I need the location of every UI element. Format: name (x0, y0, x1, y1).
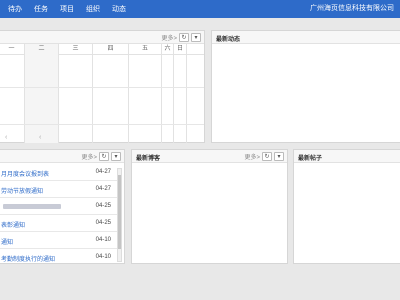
nav-item-projects[interactable]: 项目 (60, 4, 74, 14)
calendar-grid (0, 55, 204, 143)
top-nav-bar: 待办 任务 项目 组织 动态 广州海页信息科技有限公司 (0, 0, 400, 18)
list-item[interactable]: 表彰通知 04-25 (0, 215, 117, 232)
notice-title[interactable]: 月月度会议报到表 (1, 169, 81, 178)
calendar-day-cell[interactable] (59, 55, 93, 143)
notices-more-link[interactable]: 更多> (81, 152, 97, 161)
weekday-tue: 二 (25, 44, 59, 55)
notice-title[interactable]: 通知 (1, 237, 81, 246)
blogs-more-link[interactable]: 更多> (244, 152, 260, 161)
redacted-title (3, 204, 61, 209)
notices-list: 月月度会议报到表 04-27 劳动节放假通知 04-27 04-25 表彰通知 … (0, 164, 117, 266)
notice-date: 04-25 (95, 220, 111, 226)
activity-header: 最新动态 (212, 31, 400, 44)
list-item[interactable]: 劳动节放假通知 04-27 (0, 181, 117, 198)
list-item[interactable]: 04-25 (0, 198, 117, 215)
latest-posts-panel: 最新帖子 (293, 149, 400, 264)
latest-blogs-panel: 最新博客 更多> ↻ ▾ (131, 149, 288, 264)
nav-item-tasks[interactable]: 任务 (34, 4, 48, 14)
recent-activity-panel: 最新动态 (211, 30, 400, 143)
notices-header: 更多> ↻ ▾ (0, 150, 124, 163)
calendar-day-cell[interactable] (174, 55, 187, 143)
weekday-sun: 日 (174, 44, 187, 55)
notice-date: 04-27 (95, 186, 111, 192)
notice-title[interactable]: 劳动节放假通知 (1, 186, 81, 195)
nav-item-organization[interactable]: 组织 (86, 4, 100, 14)
notice-date: 04-10 (95, 254, 111, 260)
list-item[interactable]: 通知 04-10 (0, 232, 117, 249)
weekday-mon: 一 (0, 44, 25, 55)
blogs-tools: 更多> ↻ ▾ (244, 152, 284, 161)
blogs-title: 最新博客 (136, 156, 161, 162)
weekday-wed: 三 (59, 44, 93, 55)
notices-scrollbar[interactable] (117, 168, 122, 262)
refresh-icon[interactable]: ↻ (179, 33, 189, 42)
calendar-day-cell[interactable] (162, 55, 174, 143)
refresh-icon[interactable]: ↻ (262, 152, 272, 161)
calendar-panel: 更多> ↻ ▾ 一 二 三 四 五 六 日 ‹ ‹ (0, 30, 205, 143)
posts-title: 最新帖子 (298, 156, 323, 162)
dropdown-icon[interactable]: ▾ (274, 152, 284, 161)
calendar-day-cell[interactable] (129, 55, 162, 143)
calendar-tools: 更多> ↻ ▾ (161, 33, 201, 42)
nav-item-todo[interactable]: 待办 (8, 4, 22, 14)
calendar-day-cell[interactable] (25, 55, 59, 143)
posts-header: 最新帖子 (294, 150, 400, 163)
weekday-fri: 五 (129, 44, 162, 55)
calendar-more-link[interactable]: 更多> (161, 33, 177, 42)
notice-date: 04-25 (95, 203, 111, 209)
list-item[interactable]: 月月度会议报到表 04-27 (0, 164, 117, 181)
calendar-header: 更多> ↻ ▾ (0, 31, 204, 44)
notices-panel: 更多> ↻ ▾ 月月度会议报到表 04-27 劳动节放假通知 04-27 04-… (0, 149, 125, 266)
main-nav: 待办 任务 项目 组织 动态 (8, 0, 126, 18)
calendar-day-cell[interactable] (93, 55, 129, 143)
notices-tools: 更多> ↻ ▾ (81, 152, 121, 161)
blogs-header: 最新博客 更多> ↻ ▾ (132, 150, 287, 163)
calendar-weekday-row: 一 二 三 四 五 六 日 (0, 44, 204, 55)
list-item[interactable]: 考勤制度执行的通知 04-10 (0, 249, 117, 266)
notice-title[interactable]: 考勤制度执行的通知 (1, 254, 81, 263)
calendar-day-cell[interactable] (0, 55, 25, 143)
notice-title[interactable]: 表彰通知 (1, 220, 81, 229)
weekday-sat: 六 (162, 44, 174, 55)
prev-week-icon[interactable]: ‹ (5, 134, 7, 141)
dropdown-icon[interactable]: ▾ (111, 152, 121, 161)
dropdown-icon[interactable]: ▾ (191, 33, 201, 42)
company-name: 广州海页信息科技有限公司 (310, 5, 394, 12)
activity-title: 最新动态 (216, 37, 241, 43)
notice-date: 04-10 (95, 237, 111, 243)
nav-item-activity[interactable]: 动态 (112, 4, 126, 14)
calendar-row-divider (0, 124, 204, 125)
calendar-row-divider (0, 87, 204, 88)
scrollbar-thumb[interactable] (118, 175, 121, 249)
weekday-thu: 四 (93, 44, 129, 55)
next-week-icon[interactable]: ‹ (39, 134, 41, 141)
notice-date: 04-27 (95, 169, 111, 175)
refresh-icon[interactable]: ↻ (99, 152, 109, 161)
